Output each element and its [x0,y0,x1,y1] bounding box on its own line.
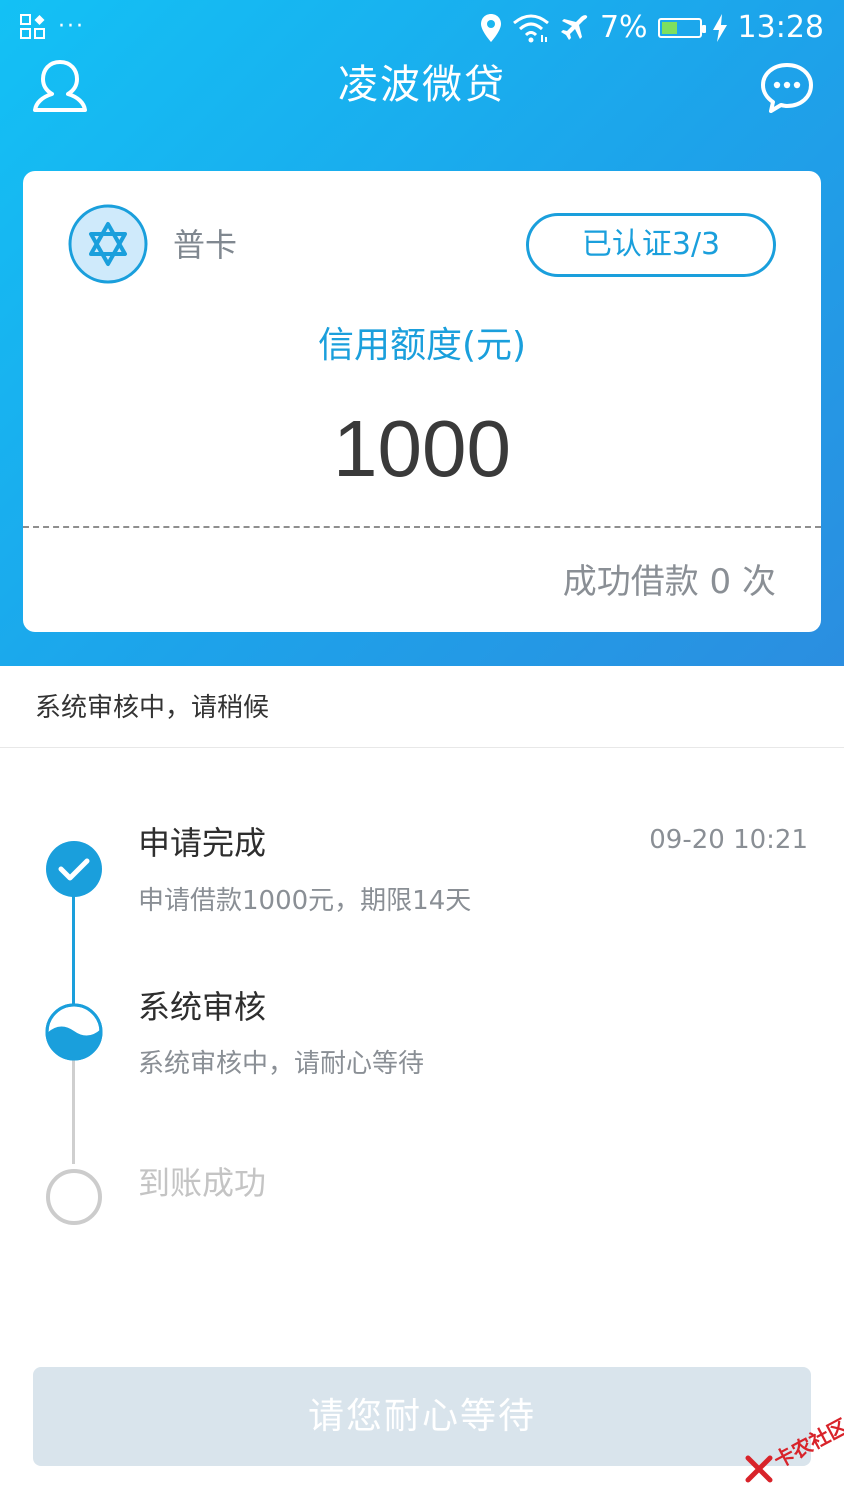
credit-card-panel: 普卡 已认证3/3 信用额度(元) 1000 成功借款 0 次 [23,171,821,632]
battery-icon [657,18,706,38]
wifi-icon [512,14,549,43]
navigation-bar: 凌波微贷 [0,56,844,116]
successful-loan-count: 成功借款 0 次 [562,562,776,602]
header-background: ··· 7% 13:28 凌波微贷 普卡 已认证3/3 信用额度(元) 1000… [0,0,844,666]
location-icon [480,14,501,42]
step-pending-circle-icon [46,1169,102,1225]
watermark-logo-icon [745,1455,773,1483]
star-badge-icon [68,204,148,284]
airplane-mode-icon [560,15,588,40]
review-notice-text: 系统审核中，请稍候 [35,693,270,723]
page-title: 凌波微贷 [338,62,506,108]
forum-watermark: 卡农社区 [744,1410,844,1490]
card-divider [23,526,821,528]
credit-limit-amount: 1000 [333,404,511,493]
progress-timeline: 申请完成 09-20 10:21 申请借款1000元，期限14天 系统审核 系统… [0,748,844,1308]
timeline-connector-pending [72,1060,75,1164]
app-grid-icon [20,14,45,39]
please-wait-button[interactable]: 请您耐心等待 [33,1367,811,1466]
card-tier-label: 普卡 [173,226,238,264]
timeline-step-title: 申请完成 [138,824,267,862]
timeline-step-desc: 申请借款1000元，期限14天 [138,886,472,916]
battery-level-fill [661,22,677,34]
timeline-step-title: 系统审核 [138,988,267,1026]
clock: 13:28 [737,10,824,45]
timeline-step-title: 到账成功 [138,1164,267,1202]
step-complete-check-icon [46,841,102,897]
message-bubble-icon[interactable] [760,62,814,114]
watermark-text: 卡农社区 [769,1413,844,1473]
step-in-progress-icon [45,1003,103,1061]
certification-status-button[interactable]: 已认证3/3 [526,213,776,277]
charging-bolt-icon [712,14,727,42]
timeline-step-time: 09-20 10:21 [649,825,808,855]
status-bar: ··· 7% 13:28 [0,0,844,56]
status-bar-right: 7% 13:28 [480,8,824,48]
status-bar-left: ··· [20,14,85,40]
timeline-step-desc: 系统审核中，请耐心等待 [138,1049,425,1079]
notification-dots: ··· [58,14,85,39]
battery-percent: 7% [599,10,648,45]
review-notice-bar: 系统审核中，请稍候 [0,666,844,748]
credit-limit-label: 信用额度(元) [317,325,527,366]
